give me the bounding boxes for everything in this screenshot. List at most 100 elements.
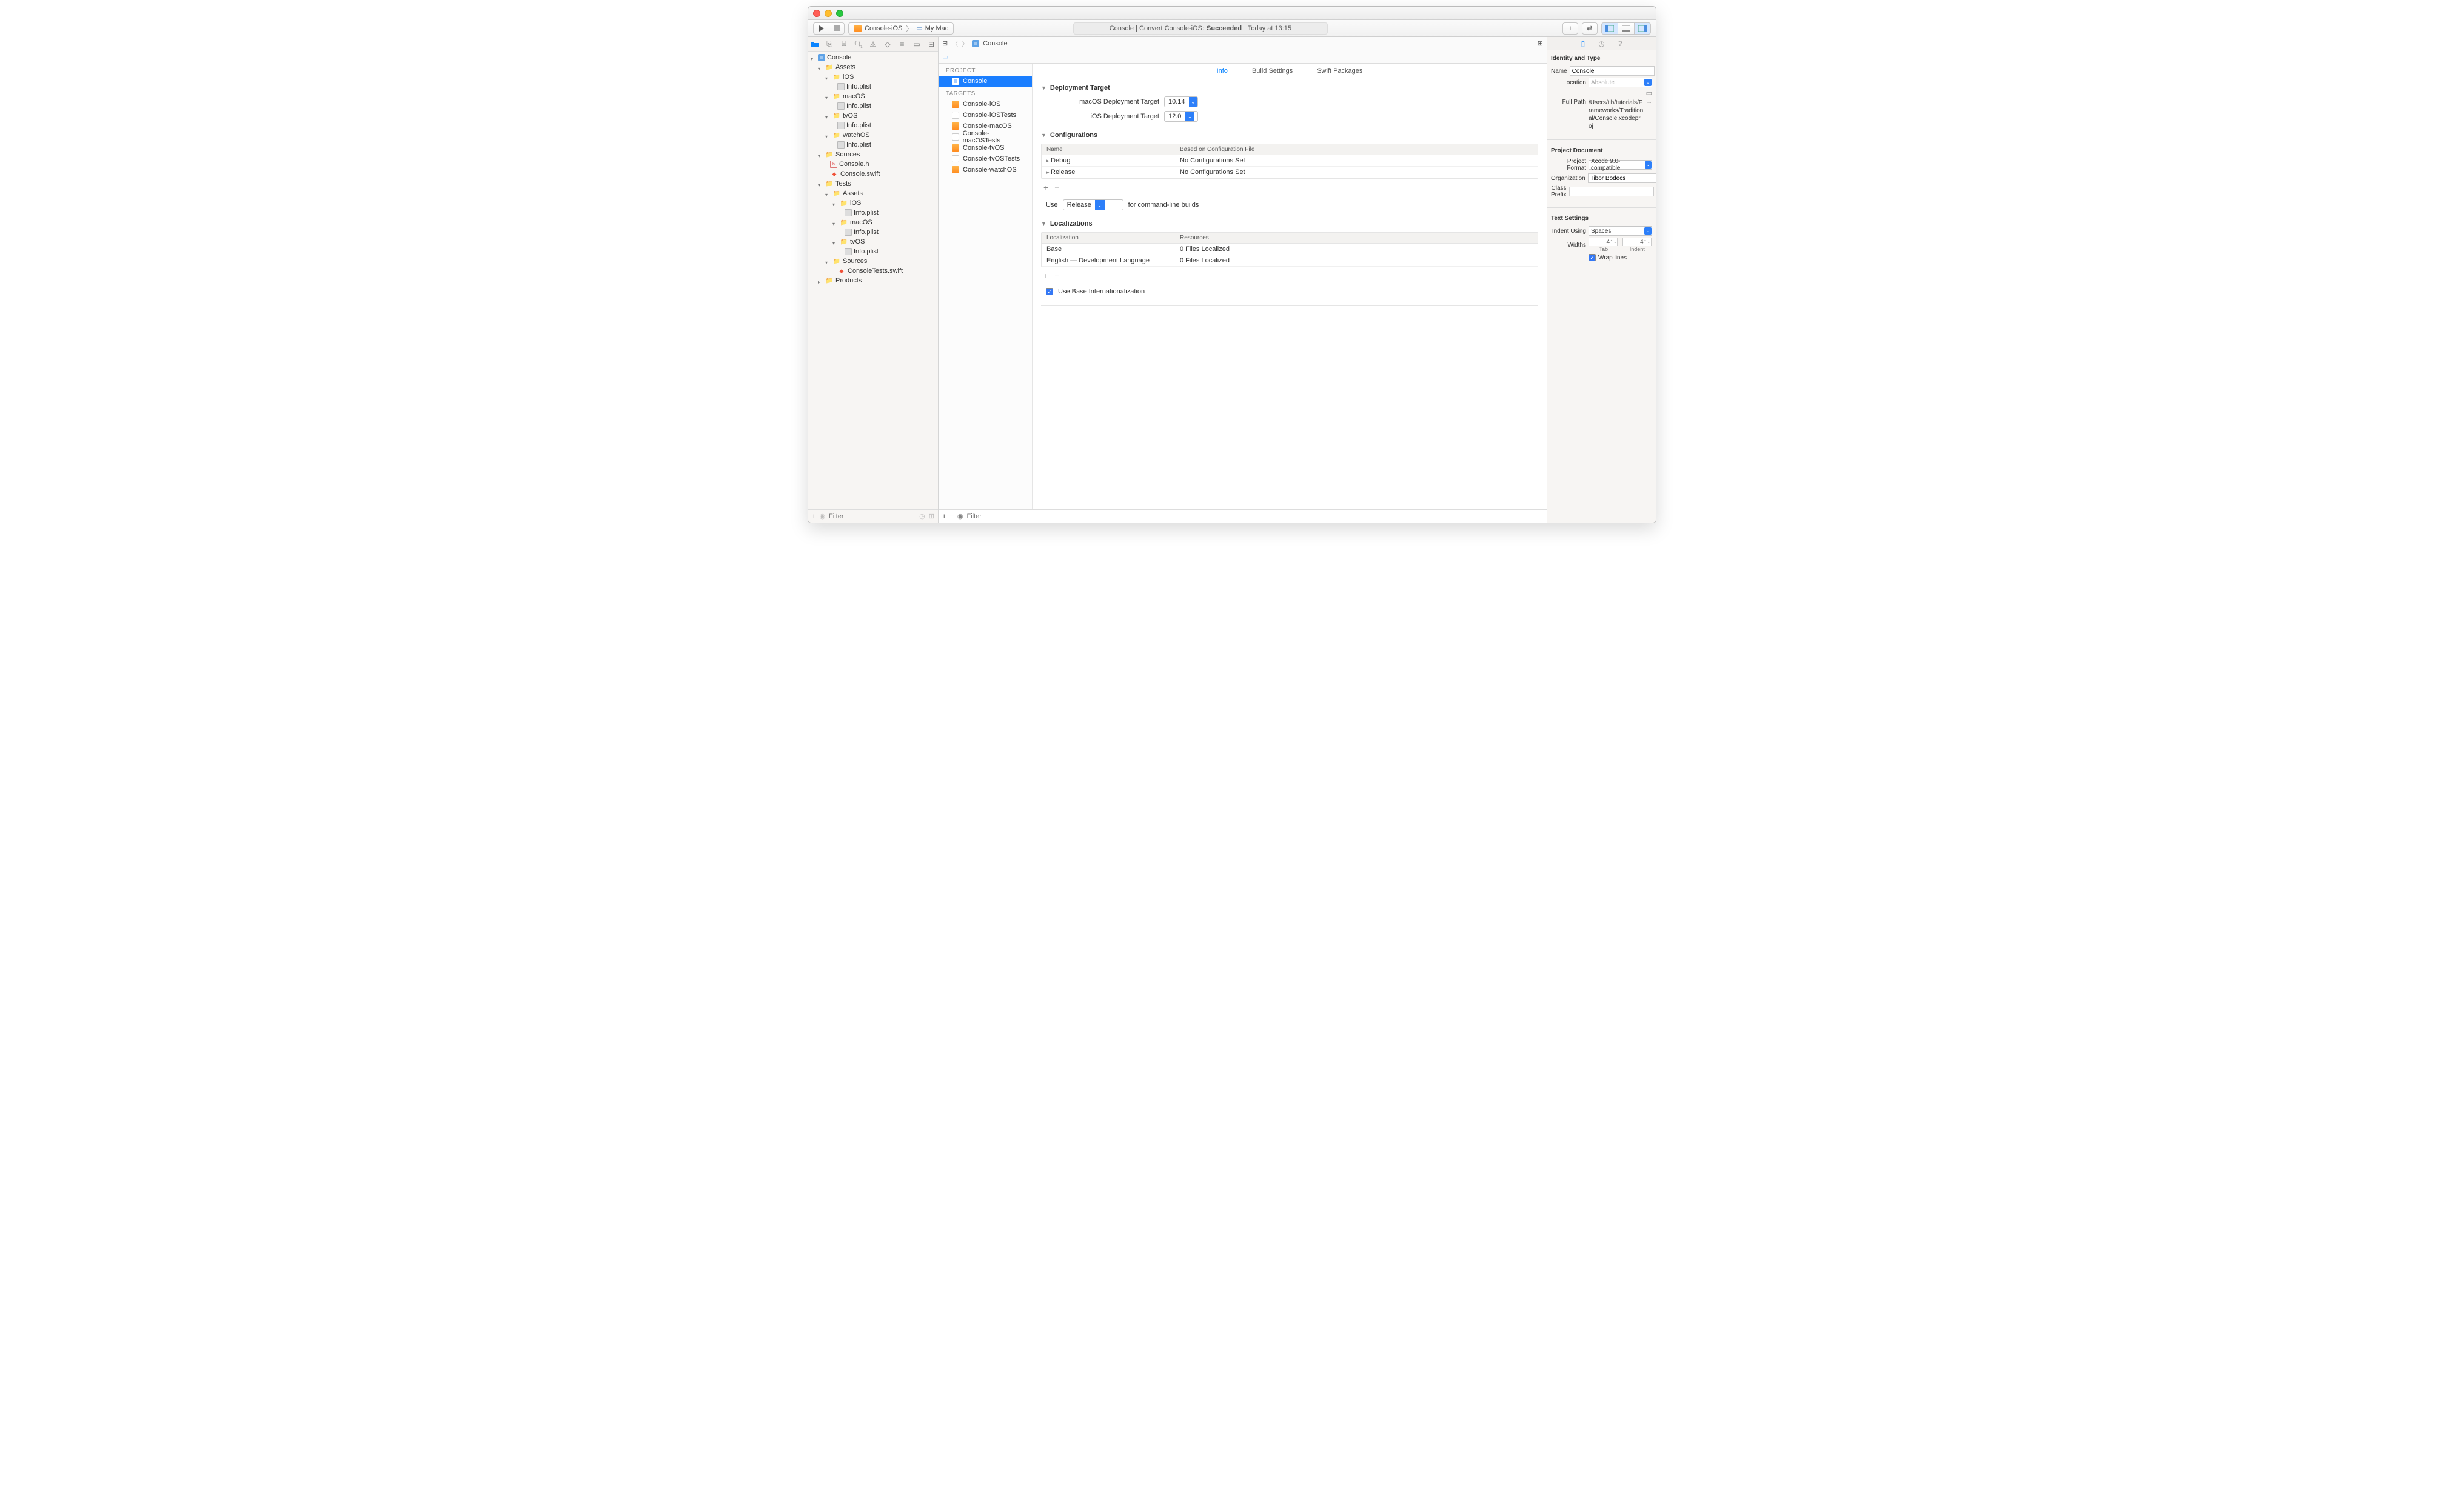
tree-folder-ios[interactable]: 📁iOS [808,72,938,82]
stop-button[interactable] [829,22,845,35]
tree-folder-macos[interactable]: 📁macOS [808,92,938,101]
tree-file-infoplist[interactable]: Info.plist [808,101,938,111]
add-config-button[interactable]: + [1043,182,1048,192]
tree-file-consoletests-swift[interactable]: ◆ConsoleTests.swift [808,266,938,276]
reveal-button[interactable]: → [1646,99,1652,105]
source-control-navigator-tab[interactable]: ⎘ [825,40,834,48]
tab-swift-packages[interactable]: Swift Packages [1317,67,1362,75]
tree-folder-t-tvos[interactable]: 📁tvOS [808,237,938,247]
config-row-debug[interactable]: ▸ DebugNo Configurations Set [1042,155,1538,167]
macos-deployment-select[interactable]: 10.14⌄ [1164,96,1198,107]
add-loc-button[interactable]: + [1043,271,1048,281]
disclosure-triangle-icon[interactable]: ▼ [1041,132,1046,138]
base-intl-checkbox[interactable]: ✓ [1046,288,1053,295]
remove-loc-button[interactable]: − [1054,271,1059,281]
wrap-lines-checkbox[interactable]: ✓ [1589,254,1596,261]
project-item-console[interactable]: ▤Console [939,76,1032,87]
tree-file-console-swift[interactable]: ◆Console.swift [808,169,938,179]
remove-config-button[interactable]: − [1054,182,1059,192]
toggle-debug-button[interactable] [1618,22,1634,35]
report-navigator-tab[interactable]: ⊟ [927,40,936,48]
disclosure-triangle-icon[interactable]: ▼ [1041,85,1046,91]
close-window-button[interactable] [813,10,820,17]
tree-file-infoplist[interactable]: Info.plist [808,208,938,218]
code-review-button[interactable]: ⇄ [1582,22,1598,35]
tree-folder-assets[interactable]: 📁Assets [808,62,938,72]
tree-file-infoplist[interactable]: Info.plist [808,227,938,237]
tree-folder-t-macos[interactable]: 📁macOS [808,218,938,227]
target-item[interactable]: Console-macOSTests [939,132,1032,142]
add-button[interactable]: + [1562,22,1578,35]
breadcrumb-item[interactable]: Console [983,40,1007,47]
targets-filter-input[interactable] [966,513,1543,520]
tree-folder-sources[interactable]: 📁Sources [808,150,938,159]
help-inspector-tab[interactable]: ? [1618,39,1622,48]
editor-layout-button[interactable]: ⊞ [1538,39,1543,47]
test-navigator-tab[interactable]: ◇ [883,40,892,48]
issue-navigator-tab[interactable]: ⚠︎ [869,40,877,48]
use-config-select[interactable]: Release⌄ [1063,199,1123,210]
tree-file-infoplist[interactable]: Info.plist [808,247,938,256]
prefix-input[interactable] [1569,187,1654,196]
stepper-icon[interactable]: ⌃⌄ [1644,239,1650,244]
target-item[interactable]: Console-iOSTests [939,110,1032,121]
symbol-navigator-tab[interactable]: ⌸ [840,40,848,48]
tree-folder-t-ios[interactable]: 📁iOS [808,198,938,208]
config-row-release[interactable]: ▸ ReleaseNo Configurations Set [1042,167,1538,178]
tab-info[interactable]: Info [1217,67,1228,75]
loc-row-base[interactable]: Base0 Files Localized [1042,244,1538,255]
tree-folder-t-sources[interactable]: 📁Sources [808,256,938,266]
target-item[interactable]: Console-iOS [939,99,1032,110]
find-navigator-tab[interactable]: 🔍︎ [854,40,863,48]
project-navigator-tab[interactable] [811,40,819,48]
target-item[interactable]: Console-watchOS [939,164,1032,175]
breakpoint-navigator-tab[interactable]: ▭ [912,40,921,48]
location-select[interactable]: Absolute⌄ [1589,78,1652,87]
file-inspector-tab[interactable]: ▯ [1581,39,1585,48]
toggle-outline-button[interactable]: ▭ [942,53,948,61]
org-input[interactable] [1588,173,1656,183]
toggle-navigator-button[interactable] [1601,22,1618,35]
forward-button[interactable]: 〉 [962,39,968,48]
scm-icon[interactable]: ⊞ [929,512,934,520]
clock-icon[interactable]: ◷ [919,512,925,520]
history-inspector-tab[interactable]: ◷ [1598,39,1604,48]
scheme-selector[interactable]: Console-iOS 〉 ▭ My Mac [848,22,954,35]
add-target-button[interactable]: + [942,513,946,520]
filter-scope-icon[interactable]: ◉ [957,512,963,520]
name-input[interactable] [1570,66,1655,76]
toggle-inspector-button[interactable] [1634,22,1651,35]
format-select[interactable]: Xcode 9.0-compatible⌄ [1589,160,1652,170]
tab-width-input[interactable]: 4⌃⌄ [1589,238,1618,246]
stepper-icon[interactable]: ⌃⌄ [1610,239,1616,244]
tree-folder-tests-assets[interactable]: 📁Assets [808,189,938,198]
remove-target-button[interactable]: − [949,513,953,520]
add-file-button[interactable]: + [812,513,815,520]
tree-file-infoplist[interactable]: Info.plist [808,140,938,150]
tree-file-infoplist[interactable]: Info.plist [808,82,938,92]
loc-row-english[interactable]: English — Development Language0 Files Lo… [1042,255,1538,267]
back-button[interactable]: 〈 [951,39,958,48]
indent-select[interactable]: Spaces⌄ [1589,226,1652,236]
tree-folder-products[interactable]: 📁Products [808,276,938,286]
zoom-window-button[interactable] [836,10,843,17]
disclosure-triangle-icon[interactable]: ▼ [1041,221,1046,227]
indent-width-input[interactable]: 4⌃⌄ [1622,238,1652,246]
tree-folder-tests[interactable]: 📁Tests [808,179,938,189]
related-items-button[interactable]: ⊞ [942,39,948,47]
navigator-filter-input[interactable] [829,513,916,520]
tree-file-console-h[interactable]: hConsole.h [808,159,938,169]
folder-picker-icon[interactable]: ▭ [1646,89,1652,97]
tree-file-infoplist[interactable]: Info.plist [808,121,938,130]
ios-deployment-select[interactable]: 12.0⌄ [1164,111,1198,122]
target-item[interactable]: Console-tvOSTests [939,153,1032,164]
tree-folder-watchos[interactable]: 📁watchOS [808,130,938,140]
tree-project-root[interactable]: ▤Console [808,53,938,62]
run-button[interactable] [813,22,829,35]
debug-navigator-tab[interactable]: ≡ [898,40,906,48]
filter-scope-button[interactable]: ◉ [819,512,825,520]
tab-build-settings[interactable]: Build Settings [1252,67,1293,75]
project-icon: ▤ [818,54,825,61]
tree-folder-tvos[interactable]: 📁tvOS [808,111,938,121]
minimize-window-button[interactable] [825,10,832,17]
